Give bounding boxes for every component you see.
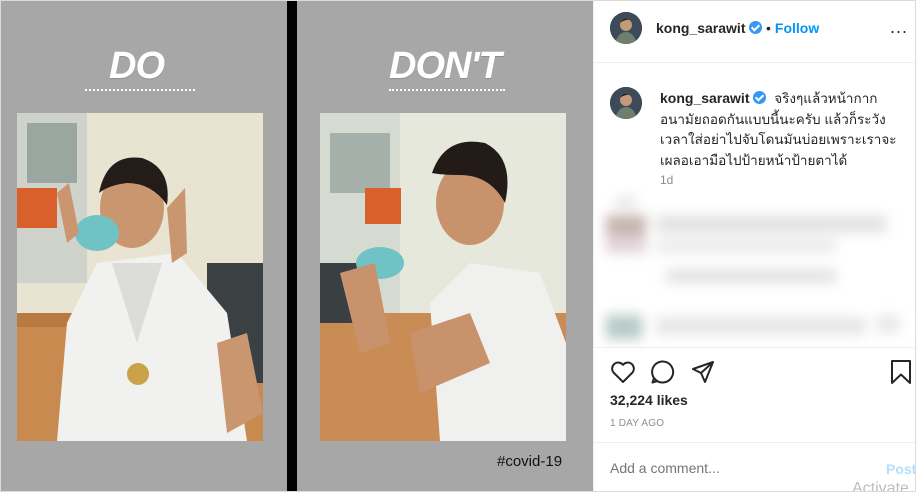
do-heading-underline	[85, 89, 195, 91]
follow-label[interactable]: Follow	[775, 20, 819, 36]
post-header: kong_sarawit • Follow ...	[594, 1, 915, 63]
caption-username[interactable]: kong_sarawit	[660, 90, 749, 106]
comment-input[interactable]	[610, 460, 850, 476]
dont-heading-underline	[389, 89, 505, 91]
follow-separator: •	[766, 20, 771, 36]
caption-avatar[interactable]	[610, 87, 642, 119]
caption-timestamp[interactable]: 1d	[660, 173, 673, 187]
post-image[interactable]: DO DON'T #covid-19	[1, 1, 593, 491]
post-sidebar: kong_sarawit • Follow ... kong_sarawit จร…	[593, 1, 915, 492]
follow-button[interactable]: • Follow	[766, 20, 819, 36]
verified-icon	[753, 91, 767, 104]
dont-photo	[320, 113, 566, 441]
dont-heading: DON'T	[389, 45, 502, 87]
post-age[interactable]: 1 DAY AGO	[610, 418, 664, 429]
more-icon[interactable]: ...	[890, 17, 908, 38]
blurred-comment	[606, 197, 906, 293]
header-username[interactable]: kong_sarawit	[656, 20, 763, 36]
likes-count[interactable]: 32,224 likes	[610, 392, 688, 408]
action-section: 32,224 likes 1 DAY AGO Post Activate	[594, 347, 915, 492]
post-button[interactable]: Post	[886, 461, 915, 477]
caption: kong_sarawit จริงๆแล้วหน้ากากอนามัยถอดกั…	[660, 88, 908, 171]
blurred-comment	[606, 307, 906, 347]
header-username-text[interactable]: kong_sarawit	[656, 20, 745, 36]
heart-icon[interactable]	[610, 360, 636, 389]
verified-icon	[749, 21, 763, 34]
hashtag-overlay: #covid-19	[497, 453, 563, 470]
do-heading: DO	[109, 45, 165, 87]
do-panel: DO	[1, 1, 287, 491]
dont-panel: DON'T #covid-19	[297, 1, 593, 491]
share-icon[interactable]	[691, 360, 715, 389]
instagram-post-window: DO DON'T #covid-19 kong_sarawit • Follow…	[0, 0, 916, 492]
panel-divider	[287, 1, 297, 491]
do-photo	[17, 113, 263, 441]
avatar[interactable]	[610, 12, 642, 44]
comment-icon[interactable]	[650, 359, 676, 390]
bookmark-icon[interactable]	[890, 359, 912, 390]
activate-watermark: Activate	[852, 480, 909, 492]
